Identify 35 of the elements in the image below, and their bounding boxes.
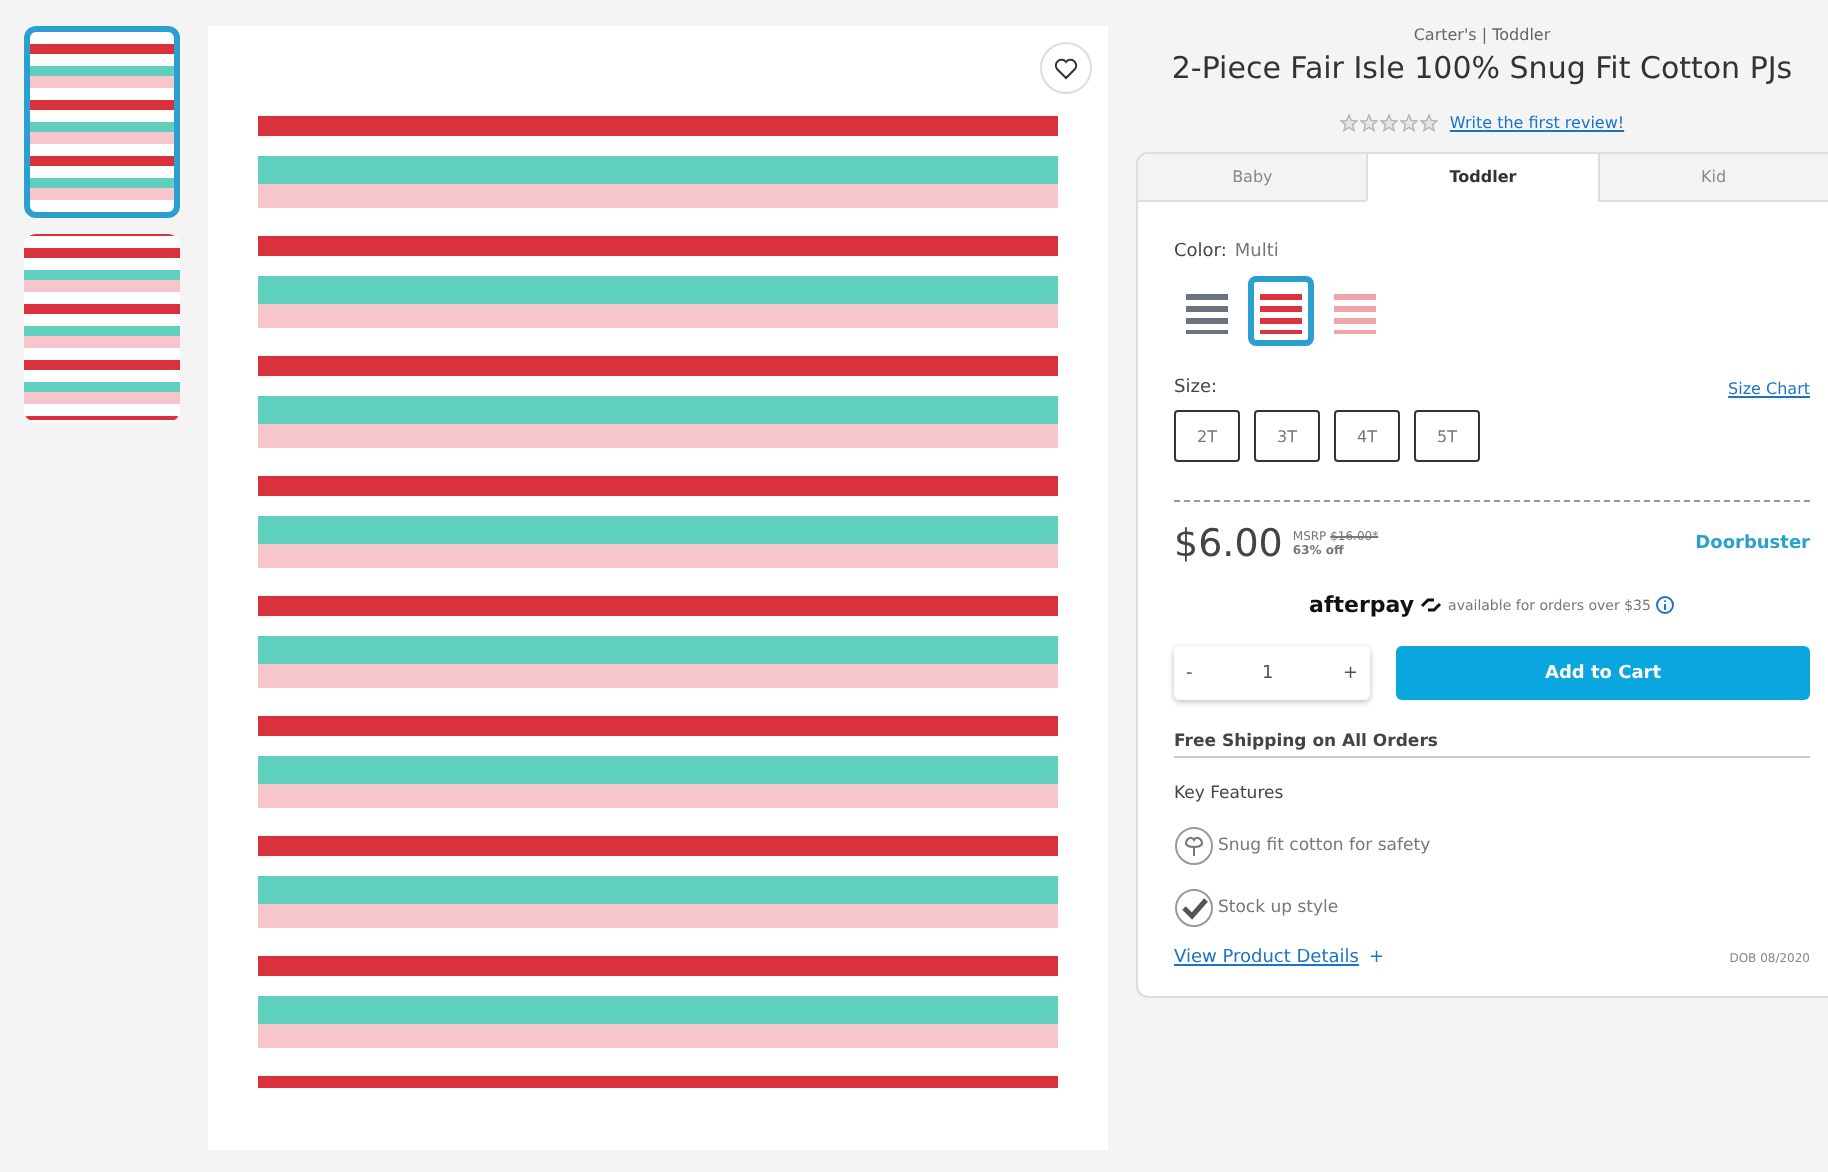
color-value: Multi bbox=[1234, 242, 1279, 262]
loop-arrows-icon bbox=[1420, 596, 1443, 614]
cotton-icon bbox=[1174, 826, 1214, 866]
afterpay-logo: afterpay bbox=[1309, 592, 1415, 618]
brand-text: Carter's | Toddler bbox=[1413, 26, 1551, 44]
key-features-heading: Key Features bbox=[1174, 784, 1286, 804]
thumbnail-image[interactable] bbox=[24, 234, 180, 422]
decrease-button[interactable]: - bbox=[1186, 663, 1193, 683]
size-label: Size: bbox=[1174, 378, 1218, 398]
check-icon bbox=[1174, 888, 1214, 928]
size-option[interactable]: 5T bbox=[1414, 410, 1480, 462]
color-swatch[interactable] bbox=[1248, 276, 1314, 346]
increase-button[interactable]: + bbox=[1342, 663, 1358, 683]
add-to-cart-button[interactable]: Add to Cart bbox=[1396, 646, 1810, 700]
review-link[interactable]: Write the first review! bbox=[1449, 114, 1625, 132]
product-details-link[interactable]: View Product Details bbox=[1174, 948, 1359, 968]
product-title: 2-Piece Fair Isle 100% Snug Fit Cotton PJs bbox=[1171, 50, 1793, 86]
shipping-text: Free Shipping on All Orders bbox=[1174, 732, 1810, 758]
feature-text: Snug fit cotton for safety bbox=[1218, 836, 1431, 856]
quantity-value[interactable]: 1 bbox=[1261, 663, 1274, 683]
heart-icon bbox=[1054, 57, 1078, 79]
size-option[interactable]: 3T bbox=[1254, 410, 1320, 462]
info-icon[interactable] bbox=[1656, 596, 1675, 614]
thumbnail-image[interactable] bbox=[24, 26, 180, 218]
color-label: Color: bbox=[1174, 242, 1227, 262]
doorbuster-label: Doorbuster bbox=[1695, 534, 1810, 554]
size-option[interactable]: 4T bbox=[1334, 410, 1400, 462]
size-chart-link[interactable]: Size Chart bbox=[1728, 379, 1810, 397]
tab[interactable]: Kid bbox=[1597, 154, 1828, 202]
plus-icon[interactable]: + bbox=[1368, 948, 1384, 968]
price: $6.00 bbox=[1174, 522, 1283, 566]
feature-text: Stock up style bbox=[1218, 898, 1339, 918]
favorite-button[interactable] bbox=[1040, 42, 1092, 94]
tab[interactable]: Baby bbox=[1138, 154, 1367, 202]
size-option[interactable]: 2T bbox=[1174, 410, 1240, 462]
